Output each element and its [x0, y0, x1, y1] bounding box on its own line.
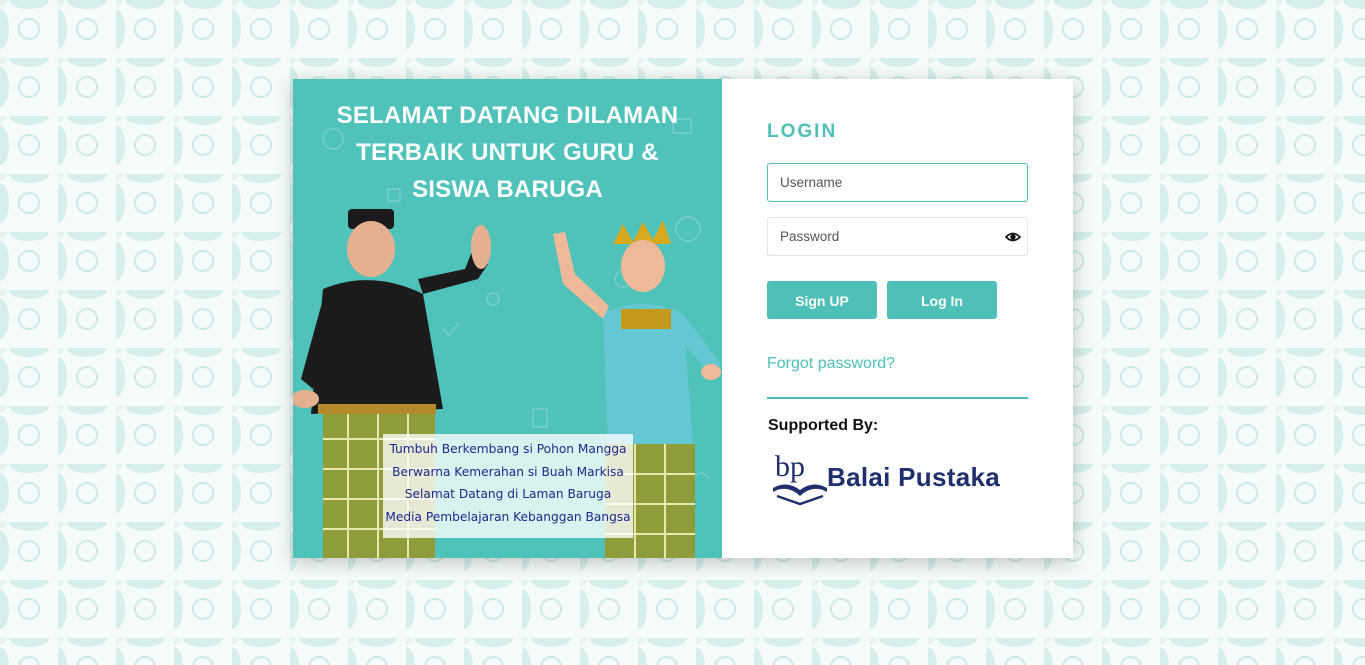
password-input[interactable] [768, 218, 1000, 255]
log-in-button[interactable]: Log In [887, 281, 997, 319]
brand-name: Balai Pustaka [827, 462, 1000, 492]
login-card: SELAMAT DATANG DILAMAN TERBAIK UNTUK GUR… [293, 79, 1073, 558]
username-input[interactable] [768, 164, 1000, 201]
hero-title-line: SELAMAT DATANG DILAMAN [336, 102, 679, 129]
poem-line: Tumbuh Berkembang si Pohon Mangga [389, 442, 627, 456]
sign-up-button[interactable]: Sign UP [767, 281, 877, 319]
poem-line: Berwarna Kemerahan si Buah Markisa [392, 464, 624, 479]
login-title: LOGIN [767, 121, 838, 142]
eye-icon[interactable] [1005, 229, 1021, 245]
hero-title-line: SISWA BARUGA [412, 176, 603, 203]
divider [767, 397, 1028, 399]
hero-title-line: TERBAIK UNTUK GURU & [356, 139, 659, 166]
poem-line: Media Pembelajaran Kebanggan Bangsa [385, 509, 631, 524]
svg-text:bp: bp [775, 450, 805, 483]
balai-pustaka-logo-icon: bp [773, 450, 827, 506]
hero-banner: SELAMAT DATANG DILAMAN TERBAIK UNTUK GUR… [293, 79, 722, 558]
supported-by-label: Supported By: [768, 417, 879, 434]
password-field[interactable] [767, 217, 1028, 256]
username-field[interactable] [767, 163, 1028, 202]
poem-line: Selamat Datang di Laman Baruga [404, 487, 612, 501]
forgot-password-link[interactable]: Forgot password? [767, 355, 895, 373]
poem-box: Tumbuh Berkembang si Pohon Mangga Berwar… [383, 434, 633, 538]
hero-title: SELAMAT DATANG DILAMAN TERBAIK UNTUK GUR… [313, 97, 702, 208]
